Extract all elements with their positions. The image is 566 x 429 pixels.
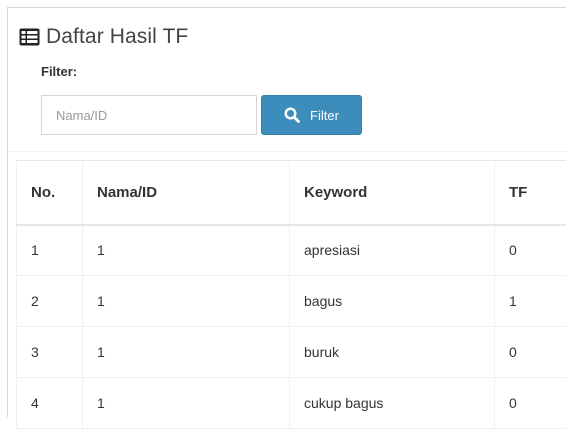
cell-nama-id: 1 xyxy=(83,327,290,378)
panel-title-wrap: Daftar Hasil TF xyxy=(19,22,188,52)
filter-button[interactable]: Filter xyxy=(261,95,362,135)
cell-keyword: apresiasi xyxy=(290,225,495,276)
cell-tf: 0 xyxy=(495,327,566,378)
column-header-keyword: Keyword xyxy=(290,161,495,225)
panel-header: Daftar Hasil TF Filter: Filter xyxy=(8,8,566,152)
cell-nama-id: 1 xyxy=(83,276,290,327)
cell-no: 2 xyxy=(17,276,83,327)
column-header-nama-id: Nama/ID xyxy=(83,161,290,225)
cell-no: 1 xyxy=(17,225,83,276)
search-icon xyxy=(284,107,300,123)
cell-nama-id: 1 xyxy=(83,225,290,276)
cell-no: 4 xyxy=(17,378,83,429)
table-row: 3 1 buruk 0 xyxy=(17,327,566,378)
filter-label: Filter: xyxy=(41,64,77,79)
cell-nama-id: 1 xyxy=(83,378,290,429)
cell-tf: 0 xyxy=(495,378,566,429)
table-row: 4 1 cukup bagus 0 xyxy=(17,378,566,429)
cell-keyword: cukup bagus xyxy=(290,378,495,429)
table-row: 1 1 apresiasi 0 xyxy=(17,225,566,276)
results-table-wrap: No. Nama/ID Keyword TF 1 1 apresiasi 0 2… xyxy=(16,160,566,429)
cell-keyword: bagus xyxy=(290,276,495,327)
results-panel: Daftar Hasil TF Filter: Filter No. Nama/… xyxy=(7,7,566,417)
cell-tf: 0 xyxy=(495,225,566,276)
cell-keyword: buruk xyxy=(290,327,495,378)
page-title: Daftar Hasil TF xyxy=(46,25,188,49)
header-divider xyxy=(8,151,566,152)
cell-no: 3 xyxy=(17,327,83,378)
column-header-no: No. xyxy=(17,161,83,225)
results-table: No. Nama/ID Keyword TF 1 1 apresiasi 0 2… xyxy=(16,160,566,429)
filter-button-label: Filter xyxy=(310,108,339,123)
search-input[interactable] xyxy=(41,95,257,135)
table-row: 2 1 bagus 1 xyxy=(17,276,566,327)
table-header-row: No. Nama/ID Keyword TF xyxy=(17,161,566,225)
column-header-tf: TF xyxy=(495,161,566,225)
cell-tf: 1 xyxy=(495,276,566,327)
list-table-icon xyxy=(19,28,40,46)
